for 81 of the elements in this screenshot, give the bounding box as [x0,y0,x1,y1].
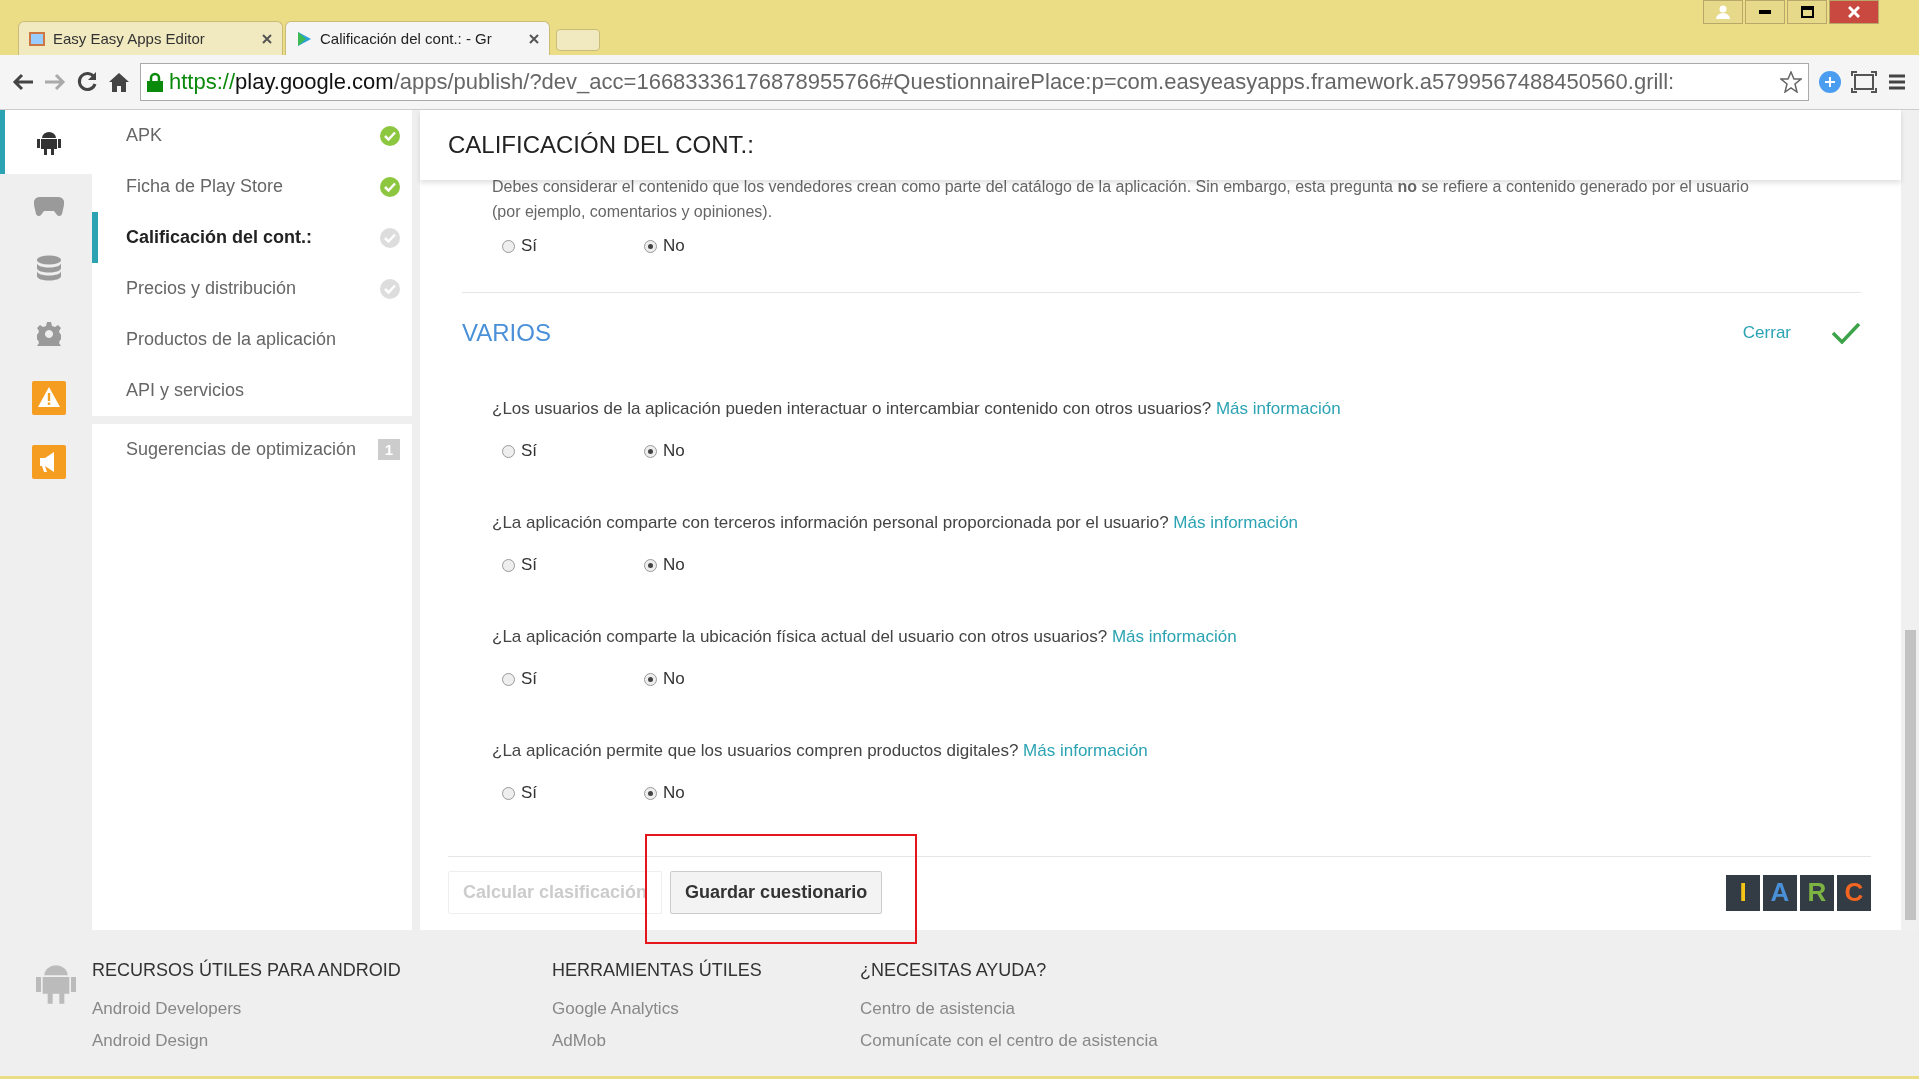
screen-icon[interactable] [1851,71,1877,93]
url-text: https://play.google.com/apps/publish/?dev_acc=16683336176878955766#QuestionnairePlace:p=com.easyeasyapps.framework.a5799567488450560.grill: [169,69,1676,95]
question-text: ¿La aplicación comparte la ubicación física actual del usuario con otros usuarios? Más información [492,627,1238,647]
star-icon[interactable] [1780,71,1802,93]
option-label: Sí [521,441,538,461]
page-title: CALIFICACIÓN DEL CONT.: [420,110,1901,180]
sidebar-label: Sugerencias de optimización [126,439,357,460]
more-info-link[interactable]: Más información [1023,741,1148,760]
option-label: No [663,669,685,689]
android-icon [36,129,61,155]
question-text: ¿Los usuarios de la aplicación pueden interactuar o intercambiar contenido con otros usuarios? Más información [492,399,1342,419]
more-info-link[interactable]: Más información [1173,513,1299,532]
radio-button[interactable] [502,239,515,253]
close-icon[interactable] [262,33,272,44]
sidebar-item[interactable]: Calificación del cont.: [92,212,412,263]
footer-heading: HERRAMIENTAS ÚTILES [552,960,763,981]
sidebar-item[interactable]: Productos de la aplicación [92,314,412,365]
radio-button[interactable] [502,558,515,572]
browser-tab[interactable]: Easy Easy Apps Editor [18,21,283,55]
warning-icon [31,381,66,415]
footer-link[interactable]: Centro de asistencia [860,999,1360,1019]
option-label: Sí [521,783,538,803]
extension-icon[interactable] [1819,71,1841,93]
maximize-button[interactable] [1787,0,1827,24]
close-link[interactable]: Cerrar [1742,323,1791,343]
option-label: No [663,441,685,461]
sidebar-item[interactable]: Precios y distribución [92,263,412,314]
back-icon[interactable] [12,73,34,91]
radio-button[interactable] [502,786,515,800]
option-label: Sí [521,555,538,575]
megaphone-icon [31,445,66,479]
maximize-icon [1800,6,1814,18]
option-label: Sí [521,236,538,256]
radio-button[interactable] [644,239,657,253]
option-label: No [663,555,685,575]
rail-item[interactable] [0,110,92,174]
tab-title: Easy Easy Apps Editor [53,30,206,47]
gamepad-icon [33,196,64,216]
option-label: Sí [521,669,538,689]
more-info-link[interactable]: Más información [1215,399,1341,418]
footer-heading: RECURSOS ÚTILES PARA ANDROID [92,960,402,981]
radio-button[interactable] [644,672,657,686]
option-label: No [663,236,685,256]
option-label: No [663,783,685,803]
close-button[interactable] [1829,0,1879,24]
reload-icon[interactable] [76,71,98,93]
user-icon [1716,5,1730,19]
more-info-link[interactable]: Más información [1111,627,1237,646]
settings-icon [36,322,61,346]
tab-title: Calificación del cont.: - Gr [320,30,493,47]
footer-link[interactable]: Android Developers [92,999,552,1019]
browser-tab[interactable]: Calificación del cont.: - Gr [285,21,550,55]
footer-link[interactable]: Google Analytics [552,999,860,1019]
radio-button[interactable] [644,444,657,458]
lock-icon [147,72,163,92]
play-icon [296,30,312,47]
close-icon [1848,6,1860,18]
footer-link[interactable]: AdMob [552,1031,860,1051]
rating-logo: I A R C [1726,874,1871,911]
sidebar-item[interactable]: Ficha de Play Store [92,161,412,212]
question-text: ¿La aplicación comparte con terceros información personal proporcionada por el usuario? Más información [492,513,1300,533]
address-bar[interactable]: https://play.google.com/apps/publish/?dev_acc=16683336176878955766#QuestionnairePlace:p=com.easyeasyapps.framework.a5799567488450560.grill: [140,63,1809,101]
question-text: Debes considerar el contenido que los vendedores crean como parte del catálogo de la aplicación. Sin embargo, esta pregunta no se refiere a contenido generado por el usuario (por ejemplo, comentarios y opiniones). [491,177,1750,222]
footer-link[interactable]: Comunícate con el centro de asistencia [860,1031,1360,1051]
footer-heading: ¿NECESITAS AYUDA? [860,960,1048,981]
radio-button[interactable] [644,558,657,572]
radio-button[interactable] [644,786,657,800]
section-title: VARIOS [462,319,552,347]
grid-icon [29,31,45,46]
close-icon[interactable] [529,33,539,44]
minimize-icon [1759,10,1771,14]
save-button[interactable]: Guardar cuestionario [670,871,883,914]
sidebar-item[interactable]: API y servicios [92,365,412,416]
sidebar-item[interactable]: APK [92,110,412,161]
question-text: ¿La aplicación permite que los usuarios compren productos digitales? Más información [492,741,1149,761]
home-icon[interactable] [108,72,130,92]
radio-button[interactable] [502,444,515,458]
footer-link[interactable]: Android Design [92,1031,552,1051]
minimize-button[interactable] [1745,0,1785,24]
radio-button[interactable] [502,672,515,686]
menu-icon[interactable] [1887,73,1907,91]
